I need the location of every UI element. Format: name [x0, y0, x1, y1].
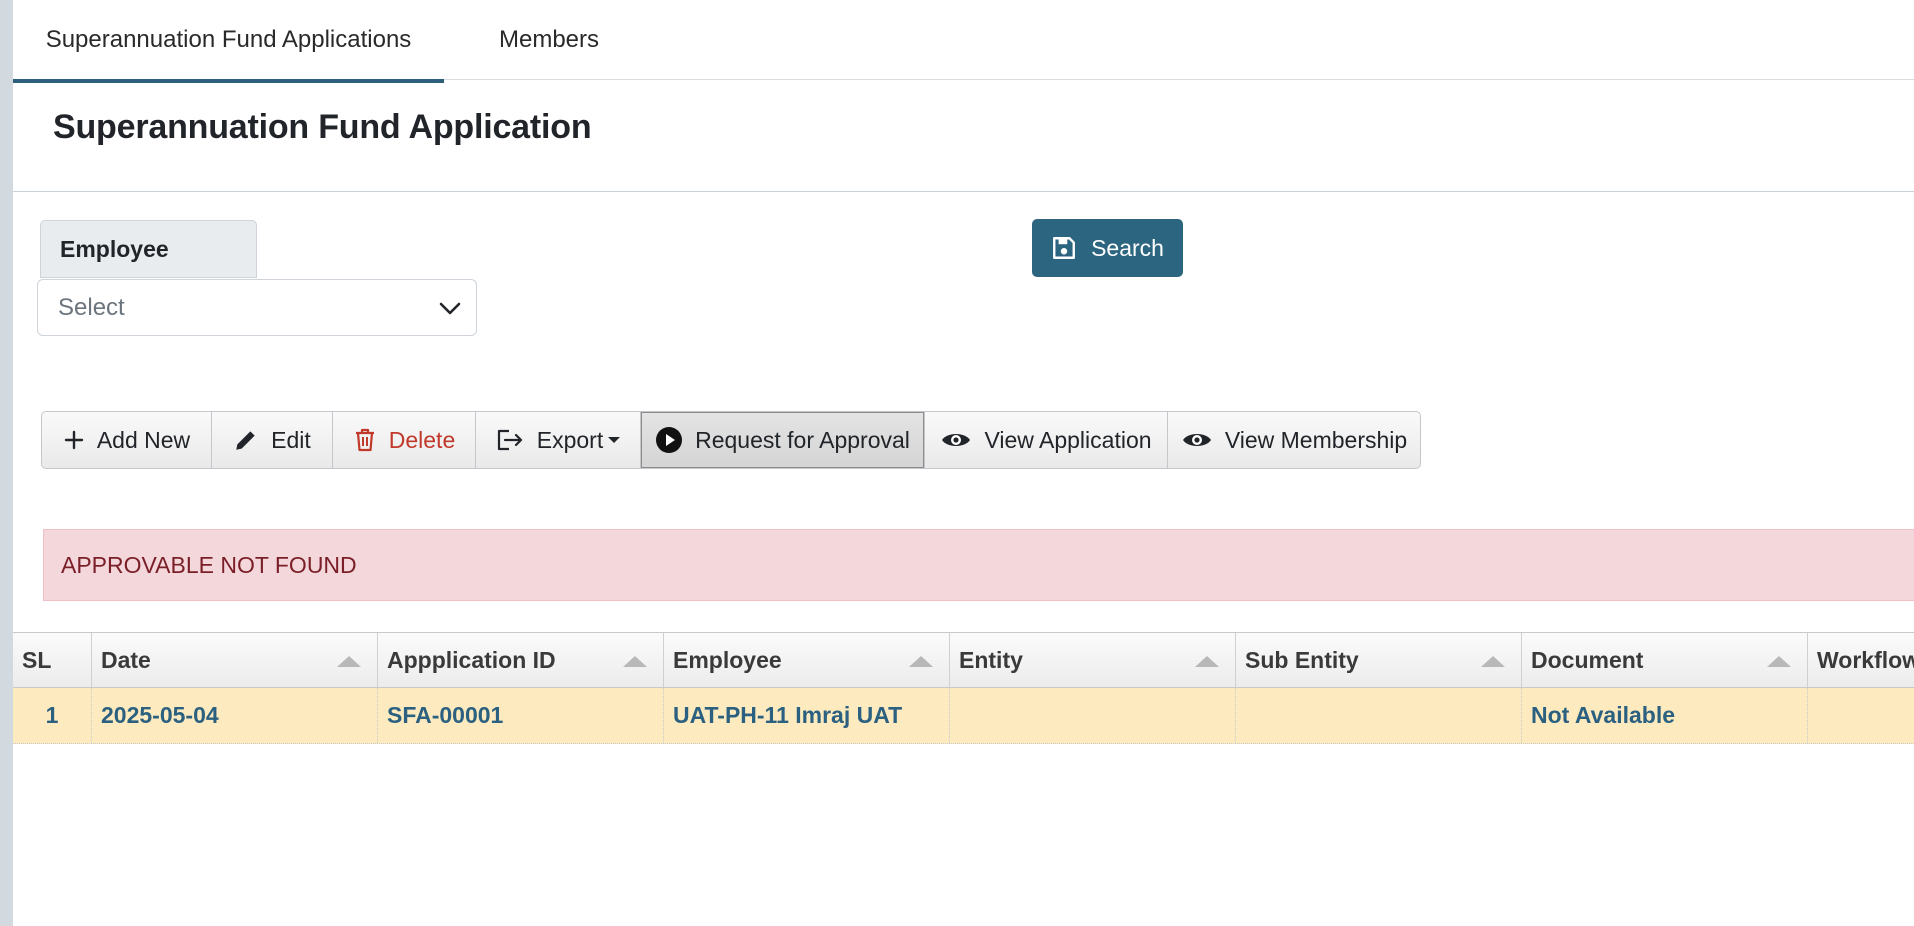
save-icon [1053, 237, 1076, 259]
chevron-down-icon [439, 302, 461, 315]
column-header-sub-entity[interactable]: Sub Entity [1236, 633, 1522, 687]
view-application-label: View Application [984, 426, 1152, 453]
tab-superannuation-fund-applications[interactable]: Superannuation Fund Applications [13, 0, 444, 79]
delete-label: Delete [388, 426, 456, 453]
alert-message: APPROVABLE NOT FOUND [43, 529, 1914, 601]
column-header-date-label: Date [101, 646, 151, 673]
left-rail [0, 0, 13, 926]
table-header: SL Date Appplication ID Employee Entity … [13, 632, 1914, 688]
play-circle-icon [656, 427, 683, 453]
delete-button[interactable]: Delete [333, 412, 476, 468]
add-new-label: Add New [96, 426, 191, 453]
export-icon [497, 429, 522, 451]
export-label: Export [536, 426, 604, 453]
cell-application-id: SFA-00001 [378, 688, 664, 743]
column-header-document[interactable]: Document [1522, 633, 1808, 687]
employee-filter-label: Employee [40, 220, 257, 278]
pencil-icon [236, 431, 255, 450]
view-application-button[interactable]: View Application [925, 412, 1168, 468]
page-title: Superannuation Fund Application [53, 108, 592, 146]
table-row[interactable]: 1 2025-05-04 SFA-00001 UAT-PH-11 Imraj U… [13, 688, 1914, 744]
tab-bar: Superannuation Fund Applications Members [13, 0, 1914, 83]
trash-icon [355, 428, 374, 452]
cell-employee: UAT-PH-11 Imraj UAT [664, 688, 950, 743]
cell-entity [950, 688, 1236, 743]
active-tab-indicator [13, 79, 444, 83]
column-header-date[interactable]: Date [92, 633, 378, 687]
column-header-document-label: Document [1531, 646, 1644, 673]
column-header-sl[interactable]: SL [13, 633, 92, 687]
employee-select[interactable]: Select [37, 279, 477, 336]
search-button[interactable]: Search [1032, 219, 1183, 277]
cell-sub-entity [1236, 688, 1522, 743]
applications-table: SL Date Appplication ID Employee Entity … [13, 632, 1914, 744]
request-for-approval-label: Request for Approval [695, 426, 910, 453]
eye-icon [942, 434, 971, 446]
column-header-entity-label: Entity [959, 646, 1023, 673]
search-button-label: Search [1091, 234, 1164, 261]
tab-members[interactable]: Members [444, 0, 654, 79]
cell-document: Not Available [1522, 688, 1808, 743]
edit-button[interactable]: Edit [212, 412, 333, 468]
sort-asc-icon [337, 656, 361, 667]
add-new-button[interactable]: Add New [42, 412, 212, 468]
column-header-entity[interactable]: Entity [950, 633, 1236, 687]
column-header-application-id[interactable]: Appplication ID [378, 633, 664, 687]
column-header-application-id-label: Appplication ID [387, 646, 556, 673]
caret-down-icon [608, 437, 621, 443]
action-toolbar: Add New Edit Delete Export Request for A… [41, 411, 1421, 469]
title-divider [13, 191, 1914, 192]
sort-asc-icon [1767, 656, 1791, 667]
employee-select-value: Select [58, 293, 125, 321]
edit-label: Edit [271, 426, 311, 453]
plus-icon [64, 430, 84, 450]
sort-asc-icon [623, 656, 647, 667]
cell-workflow [1808, 688, 1914, 743]
request-for-approval-button[interactable]: Request for Approval [641, 412, 925, 468]
view-membership-label: View Membership [1224, 426, 1408, 453]
sort-asc-icon [1195, 656, 1219, 667]
column-header-workflow[interactable]: Workflow [1808, 633, 1914, 687]
sort-asc-icon [1481, 656, 1505, 667]
export-dropdown-button[interactable]: Export [476, 412, 641, 468]
cell-sl: 1 [13, 688, 92, 743]
cell-date: 2025-05-04 [92, 688, 378, 743]
eye-icon [1182, 434, 1211, 446]
column-header-employee-label: Employee [673, 646, 782, 673]
sort-asc-icon [909, 656, 933, 667]
column-header-sub-entity-label: Sub Entity [1245, 646, 1359, 673]
view-membership-button[interactable]: View Membership [1168, 412, 1420, 468]
column-header-employee[interactable]: Employee [664, 633, 950, 687]
